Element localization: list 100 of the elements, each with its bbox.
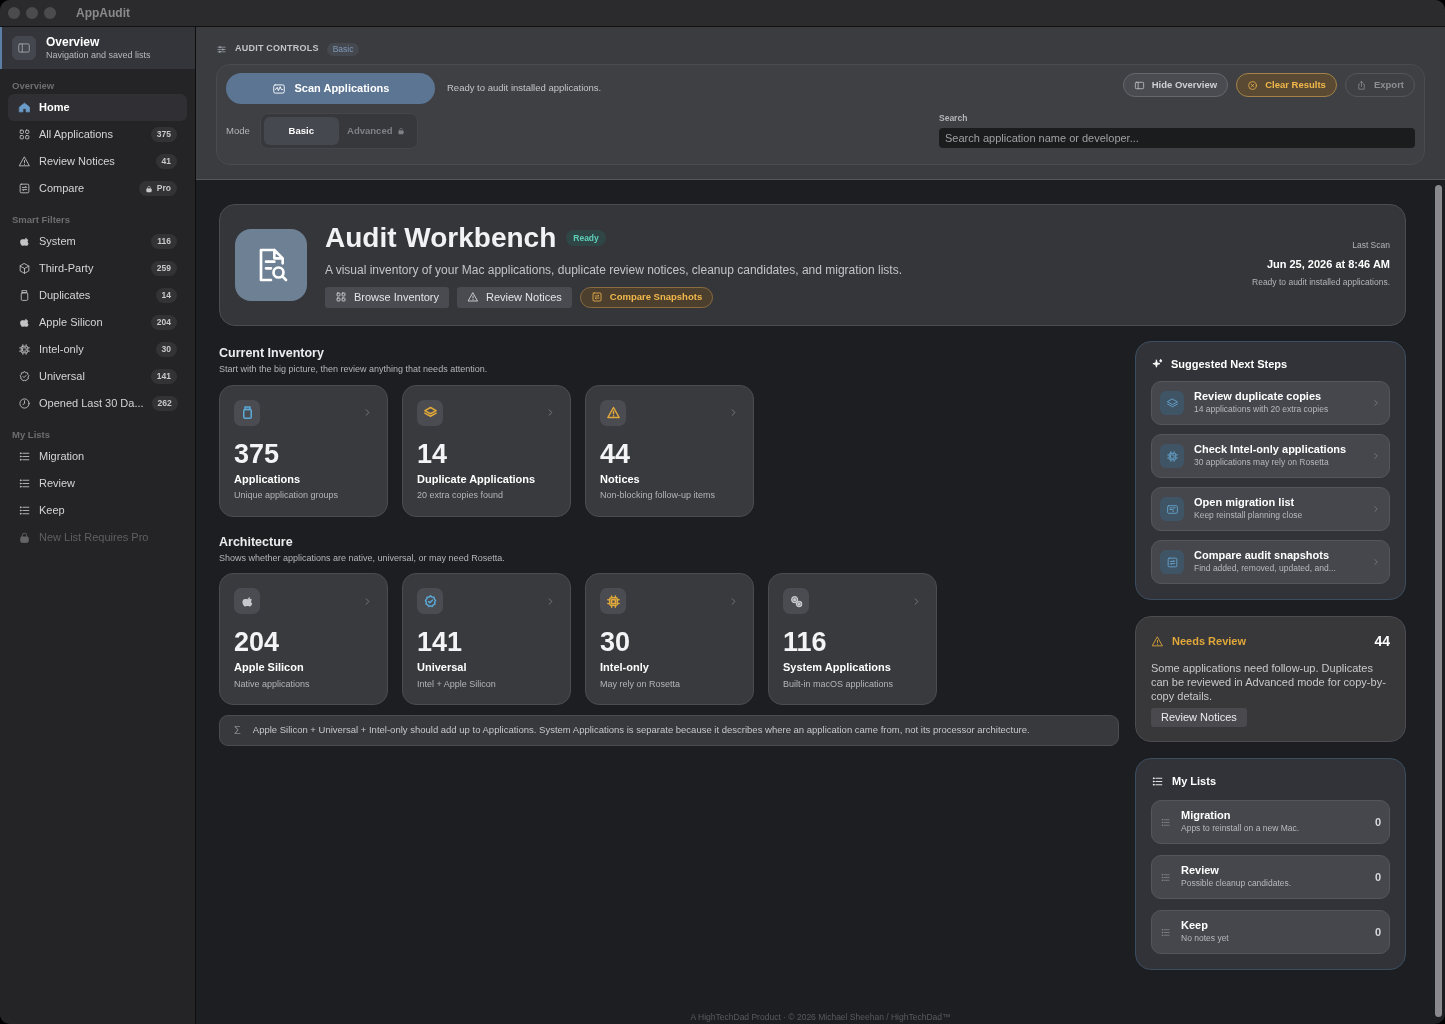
sidebar-item[interactable]: Duplicates 14	[8, 282, 187, 309]
last-scan-label: Last Scan	[1352, 239, 1390, 252]
layers-icon	[1165, 396, 1179, 410]
list-item[interactable]: Review Possible cleanup candidates. 0	[1151, 855, 1390, 899]
apple-icon	[18, 235, 31, 248]
lock-icon	[397, 127, 406, 135]
chevron-icon	[1371, 557, 1381, 567]
list-item[interactable]: Keep No notes yet 0	[1151, 910, 1390, 954]
count-badge: 30	[155, 342, 177, 357]
next-step-item[interactable]: Review duplicate copies 14 applications with 20 extra copies	[1151, 381, 1390, 425]
stat-label: Universal	[417, 660, 468, 675]
jar-icon	[18, 289, 31, 302]
list-name: Migration	[1181, 809, 1232, 823]
section-title: Current Inventory	[219, 345, 325, 361]
stat-card[interactable]: 116 System Applications Built-in macOS applications	[768, 573, 937, 705]
chevron-icon	[1371, 504, 1381, 514]
sidebar-item[interactable]: Universal 141	[8, 363, 187, 390]
house-icon	[18, 101, 31, 114]
panel-title: My Lists	[1172, 773, 1216, 789]
sidebar-item[interactable]: Apple Silicon 204	[8, 309, 187, 336]
sigma-symbol: Σ	[234, 723, 241, 739]
item-label: System	[39, 234, 77, 250]
stat-card[interactable]: 30 Intel-only May rely on Rosetta	[585, 573, 754, 705]
toolbar-button[interactable]: Clear Results	[1236, 73, 1337, 97]
sidebar-panel-icon	[17, 41, 31, 55]
section-title: Architecture	[219, 533, 294, 550]
grid-icon	[335, 291, 347, 303]
next-step-item[interactable]: Compare audit snapshots Find added, removed, updated, and...	[1151, 540, 1390, 584]
stat-label: Applications	[234, 471, 301, 487]
sidebar-item[interactable]: Migration	[8, 443, 187, 470]
review-notices-button[interactable]: Review Notices	[1151, 708, 1247, 727]
stat-caption: Native applications	[234, 677, 311, 691]
step-caption: Find added, removed, updated, and...	[1194, 562, 1337, 575]
item-label: Apple Silicon	[39, 315, 104, 331]
check-badge-icon	[18, 370, 31, 383]
panel-title: AUDIT CONTROLS	[235, 42, 319, 56]
lock-icon	[144, 184, 153, 193]
last-scan-date: Jun 25, 2026 at 8:46 AM	[1266, 256, 1390, 272]
hero-title: Audit Workbench	[325, 222, 557, 253]
stat-value: 204	[234, 627, 281, 657]
action-button[interactable]: Review Notices	[457, 286, 572, 308]
step-title: Review duplicate copies	[1194, 390, 1323, 404]
window-control[interactable]	[8, 7, 20, 19]
stat-card[interactable]: 14 Duplicate Applications 20 extra copies found	[402, 384, 571, 517]
sidebar-item[interactable]: Third-Party 259	[8, 255, 187, 282]
search-field[interactable]: Search application name or developer...	[939, 127, 1415, 148]
status-badge: Ready	[566, 229, 606, 246]
stat-card[interactable]: 375 Applications Unique application groups	[219, 384, 388, 517]
sidebar-item[interactable]: System 116	[8, 228, 187, 255]
stat-card[interactable]: 141 Universal Intel + Apple Silicon	[402, 573, 571, 705]
action-button[interactable]: Browse Inventory	[325, 286, 449, 308]
item-label: Duplicates	[39, 288, 92, 304]
sidebar-item[interactable]: Compare Pro	[8, 175, 187, 202]
stat-value: 116	[783, 627, 828, 657]
scan-button[interactable]: Scan Applications	[226, 73, 435, 104]
list-icon	[1151, 774, 1164, 788]
scrollbar[interactable]	[1435, 185, 1442, 1017]
window-control[interactable]	[44, 7, 56, 19]
action-button[interactable]: Compare Snapshots	[579, 286, 714, 308]
mode-option[interactable]: Basic	[263, 117, 339, 145]
stat-value: 14	[417, 438, 449, 469]
section-heading: Overview	[11, 79, 56, 93]
next-step-item[interactable]: Check Intel-only applications 30 applications may rely on Rosetta	[1151, 434, 1390, 478]
item-label: Compare	[39, 181, 86, 197]
sidebar-item[interactable]: Review	[8, 470, 187, 497]
section-heading: Smart Filters	[11, 213, 72, 227]
section-subtitle: Start with the big picture, then review anything that needs attention.	[219, 363, 489, 376]
toolbar-button[interactable]: Hide Overview	[1122, 73, 1229, 97]
next-step-item[interactable]: Open migration list Keep reinstall planning close	[1151, 487, 1390, 531]
sidebar-item[interactable]: Home	[8, 94, 187, 121]
list-window-icon	[1165, 502, 1179, 516]
count-badge: 259	[150, 261, 177, 276]
sidebar-item[interactable]: All Applications 375	[8, 121, 187, 148]
window-control[interactable]	[26, 7, 38, 19]
step-caption: 30 applications may rely on Rosetta	[1194, 456, 1330, 469]
list-icon	[1160, 816, 1171, 828]
sidebar-panel-icon	[1133, 79, 1145, 91]
sidebar-item[interactable]: Intel-only 30	[8, 336, 187, 363]
item-label: All Applications	[39, 127, 114, 143]
scan-status: Ready to audit installed applications.	[447, 81, 602, 96]
list-icon	[18, 504, 31, 517]
count-badge: 14	[155, 288, 177, 303]
list-description: Possible cleanup candidates.	[1181, 877, 1293, 890]
sidebar-item[interactable]: Keep	[8, 497, 187, 524]
sidebar-item[interactable]: Review Notices 41	[8, 148, 187, 175]
item-label: New List Requires Pro	[39, 530, 150, 546]
stat-card[interactable]: 204 Apple Silicon Native applications	[219, 573, 388, 705]
item-label: Opened Last 30 Da...	[39, 396, 144, 412]
item-label: Home	[39, 100, 71, 116]
item-label: Review	[39, 476, 77, 492]
mode-label: Mode	[226, 123, 250, 138]
list-name: Keep	[1181, 919, 1209, 933]
list-item[interactable]: Migration Apps to reinstall on a new Mac. 0	[1151, 800, 1390, 844]
clock-icon	[18, 397, 31, 410]
sidebar-item[interactable]: Opened Last 30 Da... 262	[8, 390, 187, 417]
panel-title: Needs Review	[1172, 634, 1247, 650]
hero-description: A visual inventory of your Mac applications, duplicate review notices, cleanup candidates, and migration lists.	[325, 261, 903, 279]
stat-card[interactable]: 44 Notices Non-blocking follow-up items	[585, 384, 754, 517]
stat-caption: Unique application groups	[234, 489, 340, 502]
apple-icon	[18, 316, 31, 329]
